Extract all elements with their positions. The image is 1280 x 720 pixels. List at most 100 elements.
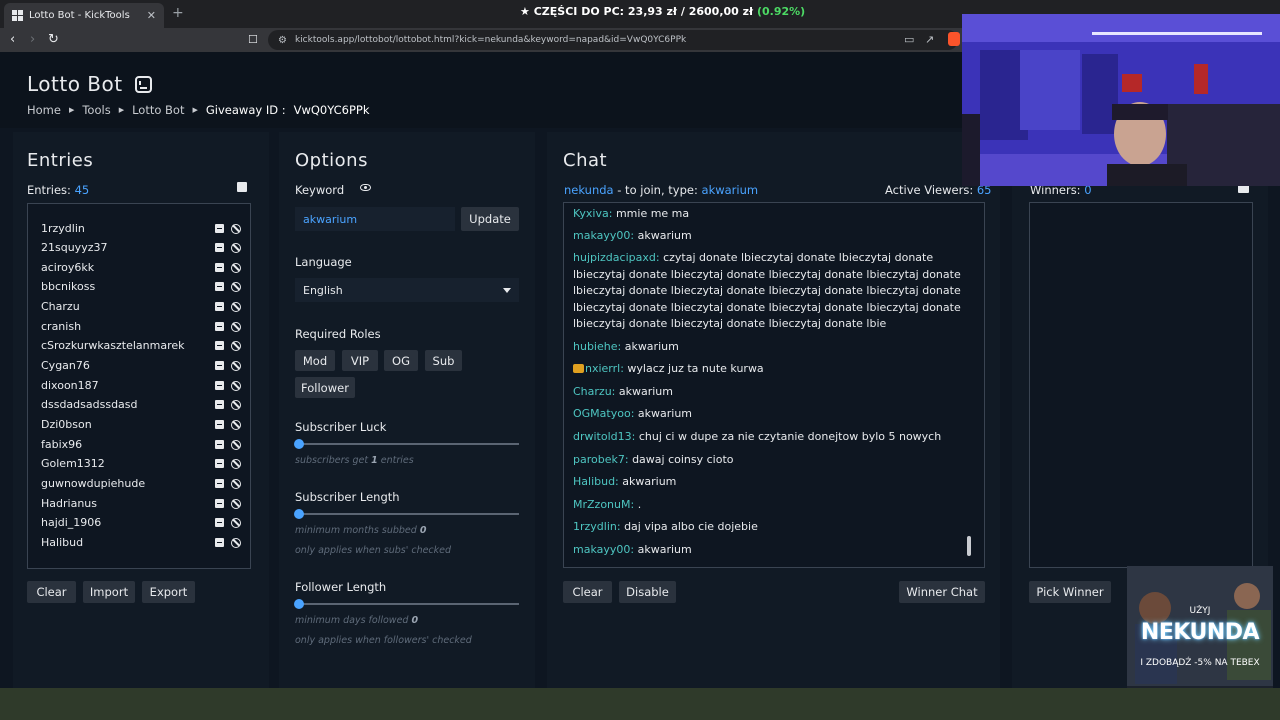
remove-icon[interactable]: [215, 400, 224, 409]
ban-icon[interactable]: [231, 439, 241, 450]
chat-clear-button[interactable]: Clear: [563, 581, 612, 603]
chat-text: akwarium: [637, 407, 693, 420]
remove-icon[interactable]: [215, 341, 224, 350]
entries-list[interactable]: 1rzydlin 21squyyz37 aciroy6kk bbcnikoss …: [27, 203, 251, 569]
site-settings-icon[interactable]: ⚙: [278, 35, 287, 46]
role-sub-toggle[interactable]: Sub: [425, 350, 462, 371]
role-vip-toggle[interactable]: VIP: [342, 350, 378, 371]
breadcrumb-home[interactable]: Home: [27, 103, 61, 117]
chat-username[interactable]: Kyxiva:: [573, 207, 612, 220]
remove-icon[interactable]: [215, 302, 224, 311]
breadcrumb: Home ▶ Tools ▶ Lotto Bot ▶ Giveaway ID :…: [27, 103, 370, 117]
slider-thumb[interactable]: [294, 599, 304, 609]
slider-thumb[interactable]: [294, 509, 304, 519]
chat-username[interactable]: drwitold13:: [573, 430, 635, 443]
chat-username[interactable]: makayy00:: [573, 543, 634, 556]
remove-icon[interactable]: [215, 518, 224, 527]
chat-username[interactable]: MrZzonuM:: [573, 498, 634, 511]
chat-log[interactable]: Kyxiva: mmie me ma makayy00: akwarium hu…: [563, 202, 985, 568]
forward-icon[interactable]: ›: [30, 32, 35, 47]
chat-message: Halibud: akwarium: [573, 474, 969, 491]
remove-icon[interactable]: [215, 538, 224, 547]
eye-icon[interactable]: [360, 184, 371, 191]
remove-icon[interactable]: [215, 381, 224, 390]
remove-icon[interactable]: [215, 282, 224, 291]
remove-icon[interactable]: [215, 224, 224, 233]
remove-icon[interactable]: [215, 361, 224, 370]
ban-icon[interactable]: [231, 301, 241, 312]
chat-scrollbar[interactable]: [967, 536, 971, 556]
breadcrumb-lotto-bot[interactable]: Lotto Bot: [132, 103, 184, 117]
remove-icon[interactable]: [215, 479, 224, 488]
winner-chat-button[interactable]: Winner Chat: [899, 581, 985, 603]
ban-icon[interactable]: [231, 340, 241, 351]
remove-icon[interactable]: [215, 243, 224, 252]
ban-icon[interactable]: [231, 458, 241, 469]
ban-icon[interactable]: [231, 321, 241, 332]
chat-username[interactable]: Charzu:: [573, 385, 615, 398]
promo-percent: (0.92%): [756, 5, 806, 18]
chat-username[interactable]: OGMatyoo:: [573, 407, 634, 420]
reload-icon[interactable]: ↻: [48, 32, 59, 47]
ban-icon[interactable]: [231, 399, 241, 410]
bookmark-icon[interactable]: ☐: [248, 33, 258, 46]
follower-length-slider[interactable]: [294, 599, 519, 609]
ban-icon[interactable]: [231, 242, 241, 253]
ban-icon[interactable]: [231, 281, 241, 292]
ban-icon[interactable]: [231, 478, 241, 489]
chat-text: mmie me ma: [615, 207, 690, 220]
chat-username[interactable]: makayy00:: [573, 229, 634, 242]
chat-username[interactable]: nxierrl:: [585, 362, 624, 375]
remove-icon[interactable]: [215, 420, 224, 429]
address-bar[interactable]: ⚙ kicktools.app/lottobot/lottobot.html?k…: [268, 30, 958, 50]
entry-item: dixoon187: [41, 376, 241, 395]
remove-icon[interactable]: [215, 322, 224, 331]
slider-thumb[interactable]: [294, 439, 304, 449]
breadcrumb-tools[interactable]: Tools: [82, 103, 110, 117]
back-icon[interactable]: ‹: [10, 32, 15, 47]
chat-message: makayy00: akwarium: [573, 228, 969, 245]
role-mod-toggle[interactable]: Mod: [295, 350, 335, 371]
language-select[interactable]: English: [295, 278, 519, 302]
remove-icon[interactable]: [215, 263, 224, 272]
chat-username[interactable]: Halibud:: [573, 475, 619, 488]
hint-value: 1: [371, 455, 378, 466]
ban-icon[interactable]: [231, 380, 241, 391]
browser-tab[interactable]: Lotto Bot - KickTools ✕: [4, 3, 164, 28]
subscriber-luck-slider[interactable]: [294, 439, 519, 449]
ban-icon[interactable]: [231, 498, 241, 509]
chat-username[interactable]: parobek7:: [573, 453, 629, 466]
winners-list[interactable]: [1029, 202, 1253, 568]
chat-username[interactable]: hubiehe:: [573, 340, 621, 353]
export-button[interactable]: Export: [142, 581, 195, 603]
chat-username[interactable]: hujpizdacipaxd:: [573, 251, 660, 264]
chat-disable-button[interactable]: Disable: [619, 581, 676, 603]
brave-shield-icon[interactable]: [948, 32, 960, 46]
entries-clear-button[interactable]: Clear: [27, 581, 76, 603]
tab-close-icon[interactable]: ✕: [147, 9, 156, 22]
role-follower-toggle[interactable]: Follower: [295, 377, 355, 398]
copy-icon[interactable]: [237, 182, 247, 192]
subscriber-length-slider[interactable]: [294, 509, 519, 519]
ban-icon[interactable]: [231, 223, 241, 234]
update-button[interactable]: Update: [461, 207, 519, 231]
ban-icon[interactable]: [231, 262, 241, 273]
remove-icon[interactable]: [215, 459, 224, 468]
hint-value: 0: [419, 525, 427, 536]
pick-winner-button[interactable]: Pick Winner: [1029, 581, 1111, 603]
new-tab-button[interactable]: +: [172, 5, 184, 21]
cast-icon[interactable]: ▭: [904, 33, 914, 46]
remove-icon[interactable]: [215, 440, 224, 449]
ban-icon[interactable]: [231, 537, 241, 548]
import-button[interactable]: Import: [83, 581, 135, 603]
share-icon[interactable]: ↗: [925, 33, 934, 46]
remove-icon[interactable]: [215, 499, 224, 508]
subscriber-length-label: Subscriber Length: [295, 490, 400, 504]
ban-icon[interactable]: [231, 419, 241, 430]
ban-icon[interactable]: [231, 360, 241, 371]
keyword-input[interactable]: [295, 207, 455, 231]
chat-username[interactable]: 1rzydlin:: [573, 520, 621, 533]
camera-icon[interactable]: [1238, 185, 1249, 193]
ban-icon[interactable]: [231, 517, 241, 528]
role-og-toggle[interactable]: OG: [384, 350, 418, 371]
